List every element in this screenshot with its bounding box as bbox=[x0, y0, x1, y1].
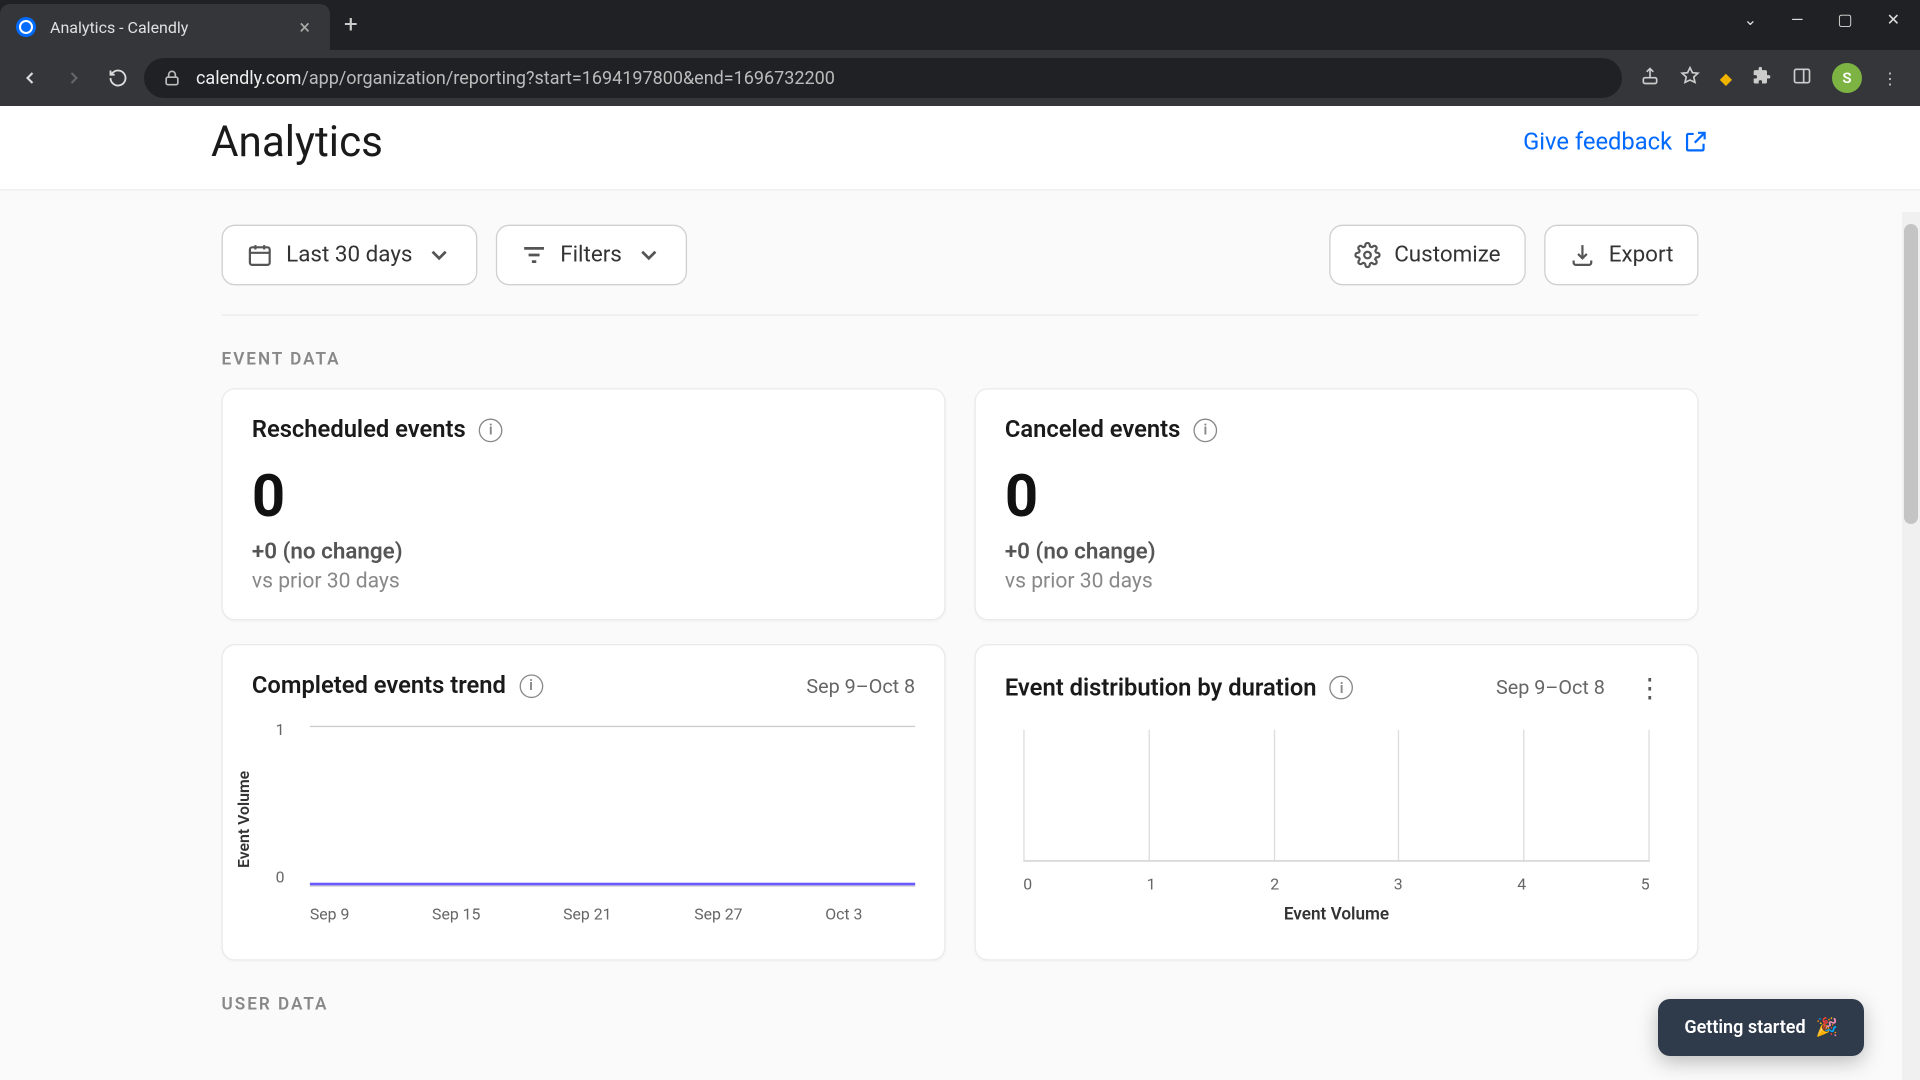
url-text: calendly.com/app/organization/reporting?… bbox=[196, 68, 835, 89]
gear-icon bbox=[1355, 242, 1381, 268]
browser-titlebar: Analytics - Calendly × + ⌄ — ▢ ✕ bbox=[0, 0, 1920, 50]
y-axis-label: Event Volume bbox=[235, 771, 253, 868]
url-input[interactable]: calendly.com/app/organization/reporting?… bbox=[144, 58, 1622, 98]
feedback-label: Give feedback bbox=[1523, 128, 1672, 156]
export-label: Export bbox=[1609, 242, 1674, 268]
customize-button[interactable]: Customize bbox=[1330, 225, 1526, 286]
trend-line bbox=[310, 883, 915, 886]
x-ticks: 0 1 2 3 4 5 bbox=[1023, 875, 1649, 893]
filters-button[interactable]: Filters bbox=[496, 225, 687, 286]
scrollbar-thumb[interactable] bbox=[1904, 224, 1918, 524]
date-range-label: Sep 9–Oct 8 bbox=[1496, 676, 1605, 700]
rescheduled-vs: vs prior 30 days bbox=[252, 568, 915, 593]
forward-button[interactable] bbox=[56, 60, 92, 96]
chevron-down-icon bbox=[635, 242, 661, 268]
tabs-dropdown-icon[interactable]: ⌄ bbox=[1744, 10, 1757, 29]
info-icon[interactable]: i bbox=[519, 674, 543, 698]
close-window-icon[interactable]: ✕ bbox=[1887, 10, 1900, 29]
star-icon[interactable] bbox=[1680, 66, 1700, 90]
card-title: Event distribution by duration bbox=[1005, 674, 1317, 702]
window-controls: ⌄ — ▢ ✕ bbox=[1724, 0, 1920, 39]
external-link-icon bbox=[1683, 128, 1709, 154]
card-title: Completed events trend bbox=[252, 672, 506, 700]
event-distribution-card: Event distribution by duration i Sep 9–O… bbox=[975, 644, 1699, 960]
canceled-events-card: Canceled events i 0 +0 (no change) vs pr… bbox=[975, 388, 1699, 620]
canceled-value: 0 bbox=[1005, 462, 1668, 531]
customize-label: Customize bbox=[1394, 242, 1500, 268]
new-tab-button[interactable]: + bbox=[330, 0, 372, 48]
x-ticks: Sep 9 Sep 15 Sep 21 Sep 27 Oct 3 bbox=[310, 905, 915, 923]
trend-chart: Event Volume 1 0 Sep 9 Sep 15 bbox=[252, 721, 915, 919]
page-header: Analytics Give feedback bbox=[0, 106, 1920, 189]
export-button[interactable]: Export bbox=[1544, 225, 1698, 286]
download-icon bbox=[1569, 242, 1595, 268]
filter-icon bbox=[521, 242, 547, 268]
info-icon[interactable]: i bbox=[479, 418, 503, 442]
extension-badge-icon[interactable]: ◆ bbox=[1720, 69, 1732, 88]
user-data-section-label: USER DATA bbox=[222, 961, 1699, 1034]
rescheduled-value: 0 bbox=[252, 462, 915, 531]
back-button[interactable] bbox=[12, 60, 48, 96]
scrollbar[interactable] bbox=[1902, 212, 1920, 1080]
kebab-menu-icon[interactable]: ⋮ bbox=[1882, 69, 1898, 88]
chevron-down-icon bbox=[426, 242, 452, 268]
y-ticks: 1 0 bbox=[276, 721, 285, 887]
reload-button[interactable] bbox=[100, 60, 136, 96]
browser-tab[interactable]: Analytics - Calendly × bbox=[0, 4, 330, 50]
minimize-icon[interactable]: — bbox=[1791, 10, 1804, 29]
card-menu-icon[interactable]: ⋮ bbox=[1631, 672, 1668, 704]
canceled-vs: vs prior 30 days bbox=[1005, 568, 1668, 593]
rescheduled-events-card: Rescheduled events i 0 +0 (no change) vs… bbox=[222, 388, 946, 620]
share-icon[interactable] bbox=[1640, 66, 1660, 90]
party-icon: 🎉 bbox=[1816, 1017, 1838, 1038]
address-bar: calendly.com/app/organization/reporting?… bbox=[0, 50, 1920, 106]
distribution-chart: 0 1 2 3 4 5 Event Volume bbox=[1005, 724, 1668, 922]
profile-avatar[interactable]: S bbox=[1832, 63, 1862, 93]
filters-label: Filters bbox=[560, 242, 622, 268]
date-range-label: Sep 9–Oct 8 bbox=[806, 674, 915, 698]
rescheduled-change: +0 (no change) bbox=[252, 539, 915, 565]
help-label: Getting started bbox=[1684, 1017, 1805, 1038]
close-tab-icon[interactable]: × bbox=[293, 13, 316, 41]
maximize-icon[interactable]: ▢ bbox=[1837, 10, 1852, 29]
page-title: Analytics bbox=[211, 117, 383, 167]
card-title: Canceled events bbox=[1005, 416, 1180, 444]
x-axis-label: Event Volume bbox=[1005, 905, 1668, 925]
calendar-icon bbox=[247, 242, 273, 268]
sidepanel-icon[interactable] bbox=[1792, 66, 1812, 90]
card-title: Rescheduled events bbox=[252, 416, 466, 444]
favicon-icon bbox=[16, 17, 36, 37]
completed-events-trend-card: Completed events trend i Sep 9–Oct 8 Eve… bbox=[222, 644, 946, 960]
lock-icon bbox=[162, 68, 182, 88]
toolbar: Last 30 days Filters Customize bbox=[222, 225, 1699, 316]
date-range-label: Last 30 days bbox=[286, 242, 412, 268]
event-data-section-label: EVENT DATA bbox=[222, 316, 1699, 389]
getting-started-button[interactable]: Getting started 🎉 bbox=[1658, 999, 1864, 1056]
extensions-icon[interactable] bbox=[1752, 66, 1772, 90]
tab-title: Analytics - Calendly bbox=[50, 18, 293, 37]
date-range-selector[interactable]: Last 30 days bbox=[222, 225, 478, 286]
info-icon[interactable]: i bbox=[1194, 418, 1218, 442]
info-icon[interactable]: i bbox=[1330, 676, 1354, 700]
canceled-change: +0 (no change) bbox=[1005, 539, 1668, 565]
give-feedback-link[interactable]: Give feedback bbox=[1523, 128, 1709, 156]
